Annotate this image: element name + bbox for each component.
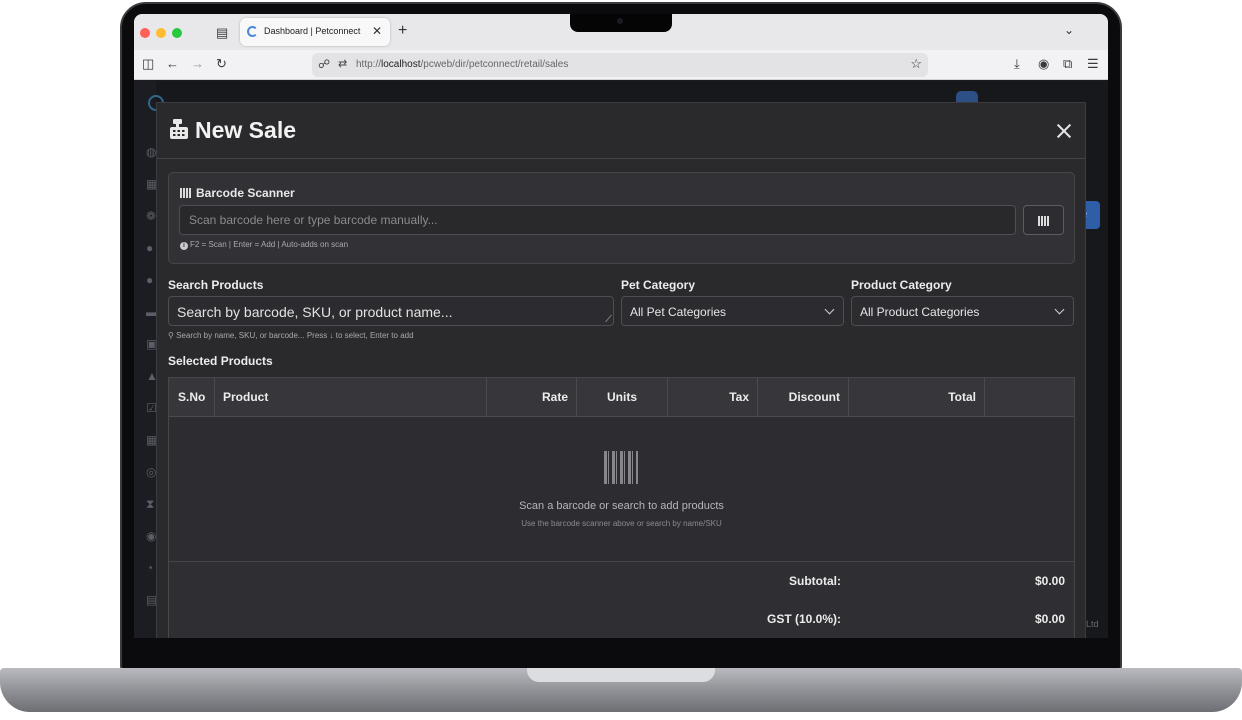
url-text[interactable]: http://localhost/pcweb/dir/petconnect/re… xyxy=(356,59,568,70)
search-products-label: Search Products xyxy=(168,278,264,292)
gst-label: GST (10.0%): xyxy=(766,612,841,626)
column-header-sno: S.No xyxy=(169,378,215,417)
app-sidebar xyxy=(134,81,156,638)
empty-state: Scan a barcode or search to add products… xyxy=(169,418,1074,562)
selected-products-title: Selected Products xyxy=(168,354,273,368)
modal-title: New Sale xyxy=(195,117,296,143)
search-placeholder: Search by barcode, SKU, or product name.… xyxy=(177,304,453,320)
sidebar-toggle-icon[interactable]: ◫ xyxy=(142,56,154,72)
table-header: S.No Product Rate Units Tax Discount Tot… xyxy=(169,378,1074,417)
column-header-product: Product xyxy=(215,378,487,417)
window-zoom-button[interactable] xyxy=(172,28,182,38)
subtotal-label: Subtotal: xyxy=(789,574,841,588)
sidebar-pets-icon[interactable]: ❁ xyxy=(146,209,156,223)
sidebar-coins-icon[interactable]: ◉ xyxy=(146,529,156,543)
tab-groups-icon[interactable]: ▤ xyxy=(216,25,228,41)
scanner-heading: Barcode Scanner xyxy=(180,186,295,200)
sidebar-users-icon[interactable]: ● xyxy=(146,273,153,287)
cash-register-icon xyxy=(170,119,188,139)
column-header-rate: Rate xyxy=(487,378,577,417)
laptop-base-groove xyxy=(527,668,715,682)
loading-spinner-icon xyxy=(247,26,258,37)
sidebar-globe-icon[interactable]: ◎ xyxy=(146,465,156,479)
url-bar[interactable]: ☍ ⇄ http://localhost/pcweb/dir/petconnec… xyxy=(312,53,928,77)
sidebar-chart-icon[interactable]: ◔ xyxy=(146,561,153,575)
product-search-input[interactable]: Search by barcode, SKU, or product name.… xyxy=(168,296,614,326)
browser-nav-bar: ◫ ← → ↻ ☍ ⇄ http://localhost/pcweb/dir/p… xyxy=(134,50,1108,80)
pet-category-label: Pet Category xyxy=(621,278,696,292)
camera-icon xyxy=(617,18,623,24)
sidebar-chat-icon[interactable]: ● xyxy=(146,241,153,255)
barcode-icon xyxy=(1038,216,1049,226)
window-minimize-button[interactable] xyxy=(156,28,166,38)
tab-title: Dashboard | Petconnect xyxy=(264,26,361,36)
tab-close-icon[interactable]: ✕ xyxy=(372,24,382,38)
chevron-down-icon xyxy=(824,304,835,315)
empty-subtext: Use the barcode scanner above or search … xyxy=(521,519,722,528)
subtotal-row: Subtotal: $0.00 xyxy=(169,563,1074,601)
bookmark-star-icon[interactable]: ☆ xyxy=(910,56,922,72)
pet-category-select[interactable]: All Pet Categories xyxy=(621,296,844,326)
barcode-icon xyxy=(604,451,638,484)
browser-tab[interactable]: Dashboard | Petconnect ✕ xyxy=(240,18,390,46)
window-close-button[interactable] xyxy=(140,28,150,38)
gst-value: $0.00 xyxy=(1034,612,1065,626)
column-header-total: Total xyxy=(849,378,985,417)
permissions-icon[interactable]: ⇄ xyxy=(338,57,347,70)
new-sale-modal: New Sale Barcode Scanner iF2 = Scan | En… xyxy=(156,102,1086,638)
shield-icon[interactable]: ☍ xyxy=(318,57,330,71)
list-tabs-icon[interactable]: ⌄ xyxy=(1064,23,1074,37)
account-icon[interactable]: ◉ xyxy=(1038,56,1049,72)
info-icon: i xyxy=(180,242,188,250)
selected-products-table: S.No Product Rate Units Tax Discount Tot… xyxy=(168,377,1075,638)
column-header-discount: Discount xyxy=(758,378,849,417)
extensions-icon[interactable]: ⧉ xyxy=(1063,56,1072,72)
screen: ▤ Dashboard | Petconnect ✕ + ⌄ ◫ ← → ↻ ☍… xyxy=(134,14,1108,638)
reload-button[interactable]: ↻ xyxy=(216,56,227,72)
product-category-label: Product Category xyxy=(851,278,952,292)
barcode-scanner-card: Barcode Scanner iF2 = Scan | Enter = Add… xyxy=(168,172,1075,264)
sidebar-hourglass-icon[interactable]: ⧗ xyxy=(146,497,154,512)
resize-handle-icon[interactable] xyxy=(599,315,612,322)
search-hint: ⚲ Search by name, SKU, or barcode... Pre… xyxy=(168,331,414,340)
modal-header: New Sale xyxy=(157,103,1085,159)
scanner-hint: i F2 = Scan | Enter = Add | Auto-adds on … xyxy=(180,240,348,250)
subtotal-value: $0.00 xyxy=(1034,574,1065,588)
chevron-down-icon xyxy=(1054,304,1065,315)
column-header-units: Units xyxy=(577,378,668,417)
product-category-value: All Product Categories xyxy=(860,305,980,319)
new-tab-button[interactable]: + xyxy=(398,22,407,40)
empty-message: Scan a barcode or search to add products xyxy=(519,500,724,512)
menu-icon[interactable]: ☰ xyxy=(1087,56,1099,72)
back-button[interactable]: ← xyxy=(166,56,179,71)
barcode-scan-button[interactable] xyxy=(1023,205,1064,235)
sidebar-dashboard-icon[interactable]: ◍ xyxy=(146,145,156,159)
gst-row: GST (10.0%): $0.00 xyxy=(169,601,1074,638)
footer-text: Ltd xyxy=(1086,619,1099,629)
downloads-icon[interactable]: ⤓ xyxy=(1014,56,1020,72)
barcode-icon xyxy=(180,188,191,198)
barcode-input[interactable] xyxy=(179,205,1016,235)
camera-notch xyxy=(570,14,672,32)
pet-category-value: All Pet Categories xyxy=(630,305,727,319)
column-header-tax: Tax xyxy=(668,378,758,417)
forward-button[interactable]: → xyxy=(191,56,204,71)
close-icon[interactable] xyxy=(1056,123,1072,139)
product-category-select[interactable]: All Product Categories xyxy=(851,296,1074,326)
